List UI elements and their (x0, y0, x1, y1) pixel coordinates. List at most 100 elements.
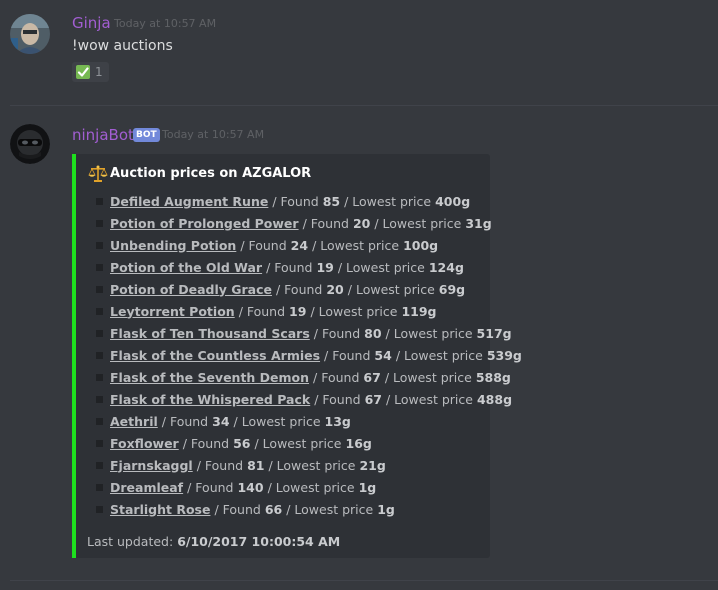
price-value: 1g (377, 501, 395, 517)
item-name-link[interactable]: Potion of Deadly Grace (110, 282, 272, 297)
embed-title-text: Auction prices on AZGALOR (110, 166, 312, 181)
price-value: 31g (465, 215, 492, 231)
item-name-link[interactable]: Potion of the Old War (110, 260, 262, 275)
found-value: 20 (326, 281, 344, 297)
list-item: Flask of the Countless Armies / Found 54/ … (96, 344, 522, 366)
list-item: Potion of Deadly Grace / Found 20/ Lowest … (96, 278, 522, 300)
message-divider (10, 580, 718, 581)
price-value: 119g (401, 303, 437, 319)
scales-icon (88, 165, 108, 183)
item-name-link[interactable]: Flask of the Whispered Pack (110, 392, 310, 407)
found-value: 34 (212, 413, 230, 429)
found-label: / Found (302, 215, 349, 231)
bullet-icon (96, 329, 103, 337)
found-value: 19 (289, 303, 307, 319)
list-item: Potion of Prolonged Power / Found 20/ Lowe… (96, 212, 522, 234)
price-label: / Lowest price (385, 391, 473, 407)
found-label: / Found (214, 501, 261, 517)
found-label: / Found (314, 391, 361, 407)
price-label: / Lowest price (254, 435, 342, 451)
item-name-link[interactable]: Flask of the Countless Armies (110, 348, 320, 363)
price-value: 539g (486, 347, 522, 363)
found-label: / Found (313, 369, 360, 385)
item-name-link[interactable]: Leytorrent Potion (110, 304, 235, 319)
bullet-icon (96, 197, 103, 205)
found-label: / Found (238, 303, 286, 319)
found-value: 85 (322, 193, 341, 209)
found-label: / Found (266, 259, 313, 275)
found-label: / Found (272, 193, 319, 209)
list-item: Potion of the Old War / Found 19/ Lowest p… (96, 256, 522, 278)
item-name-link[interactable]: Defiled Augment Rune (110, 194, 268, 209)
found-value: 67 (364, 391, 382, 407)
price-value: 400g (435, 193, 471, 209)
bullet-icon (96, 395, 103, 403)
found-value: 140 (237, 479, 264, 495)
list-item: Defiled Augment Rune / Found 85/ Lowest pr… (96, 190, 522, 212)
price-label: / Lowest price (337, 259, 425, 275)
price-value: 16g (345, 435, 372, 451)
price-value: 1g (358, 479, 377, 495)
found-label: / Found (240, 237, 287, 253)
item-name-link[interactable]: Foxflower (110, 436, 179, 451)
found-value: 56 (233, 435, 251, 451)
found-label: / Found (324, 347, 371, 363)
bullet-icon (96, 241, 103, 249)
price-label: / Lowest price (344, 193, 432, 209)
item-name-link[interactable]: Flask of the Seventh Demon (110, 370, 309, 385)
item-name-link[interactable]: Potion of Prolonged Power (110, 216, 299, 231)
embed-accent-bar (72, 154, 76, 558)
price-label: / Lowest price (310, 303, 398, 319)
bullet-icon (96, 307, 103, 315)
price-value: 13g (324, 413, 351, 429)
price-label: / Lowest price (268, 457, 356, 473)
found-value: 24 (290, 237, 309, 253)
list-item: Leytorrent Potion / Found 19/ Lowest price… (96, 300, 522, 322)
item-name-link[interactable]: Starlight Rose (110, 502, 210, 517)
found-label: / Found (276, 281, 323, 297)
found-value: 19 (316, 259, 334, 275)
price-label: / Lowest price (384, 369, 472, 385)
footer-timestamp: 6/10/2017 10:00:54 AM (177, 534, 341, 549)
price-value: 588g (475, 369, 511, 385)
list-item: Flask of the Seventh Demon / Found 67/ Low… (96, 366, 522, 388)
item-name-link[interactable]: Dreamleaf (110, 480, 183, 495)
bullet-icon (96, 461, 103, 469)
embed: Auction prices on AZGALOR Defiled Augmen… (72, 154, 522, 558)
list-item: Unbending Potion / Found 24/ Lowest price 1… (96, 234, 522, 256)
bullet-icon (96, 219, 103, 227)
price-label: / Lowest price (347, 281, 435, 297)
item-name-link[interactable]: Fjarnskaggl (110, 458, 193, 473)
list-item: Aethril / Found 34/ Lowest price 13g (96, 410, 522, 432)
username[interactable]: ninjaBot (72, 125, 134, 145)
price-label: / Lowest price (374, 215, 462, 231)
list-item: Dreamleaf / Found 140/ Lowest price 1g (96, 476, 522, 498)
bullet-icon (96, 351, 103, 359)
list-item: Flask of the Whispered Pack / Found 67/ Lo… (96, 388, 522, 410)
item-name-link[interactable]: Unbending Potion (110, 238, 236, 253)
list-item: Fjarnskaggl / Found 81/ Lowest price 21g (96, 454, 522, 476)
auction-list: Defiled Augment Rune / Found 85/ Lowest pr… (96, 190, 522, 520)
found-value: 20 (352, 215, 371, 231)
bullet-icon (96, 417, 103, 425)
bullet-icon (96, 373, 103, 381)
found-value: 81 (247, 457, 265, 473)
price-value: 517g (476, 325, 512, 341)
chat-view: Ginja Today at 10:57 AM !wow auctions 1 … (0, 0, 718, 590)
bullet-icon (96, 505, 103, 513)
price-label: / Lowest price (286, 501, 374, 517)
item-name-link[interactable]: Aethril (110, 414, 158, 429)
message-ninjabot: ninjaBot BOT Today at 10:57 AM Auction p… (0, 0, 718, 590)
price-value: 100g (403, 237, 439, 253)
item-name-link[interactable]: Flask of Ten Thousand Scars (110, 326, 310, 341)
bullet-icon (96, 439, 103, 447)
timestamp: Today at 10:57 AM (162, 128, 265, 141)
bullet-icon (96, 263, 103, 271)
bullet-icon (96, 483, 103, 491)
embed-footer: Last updated: 6/10/2017 10:00:54 AM (87, 534, 340, 549)
found-label: / Found (161, 413, 209, 429)
found-value: 54 (374, 347, 392, 363)
bullet-icon (96, 285, 103, 293)
price-label: / Lowest price (385, 325, 473, 341)
avatar-ninjabot[interactable] (10, 124, 50, 164)
